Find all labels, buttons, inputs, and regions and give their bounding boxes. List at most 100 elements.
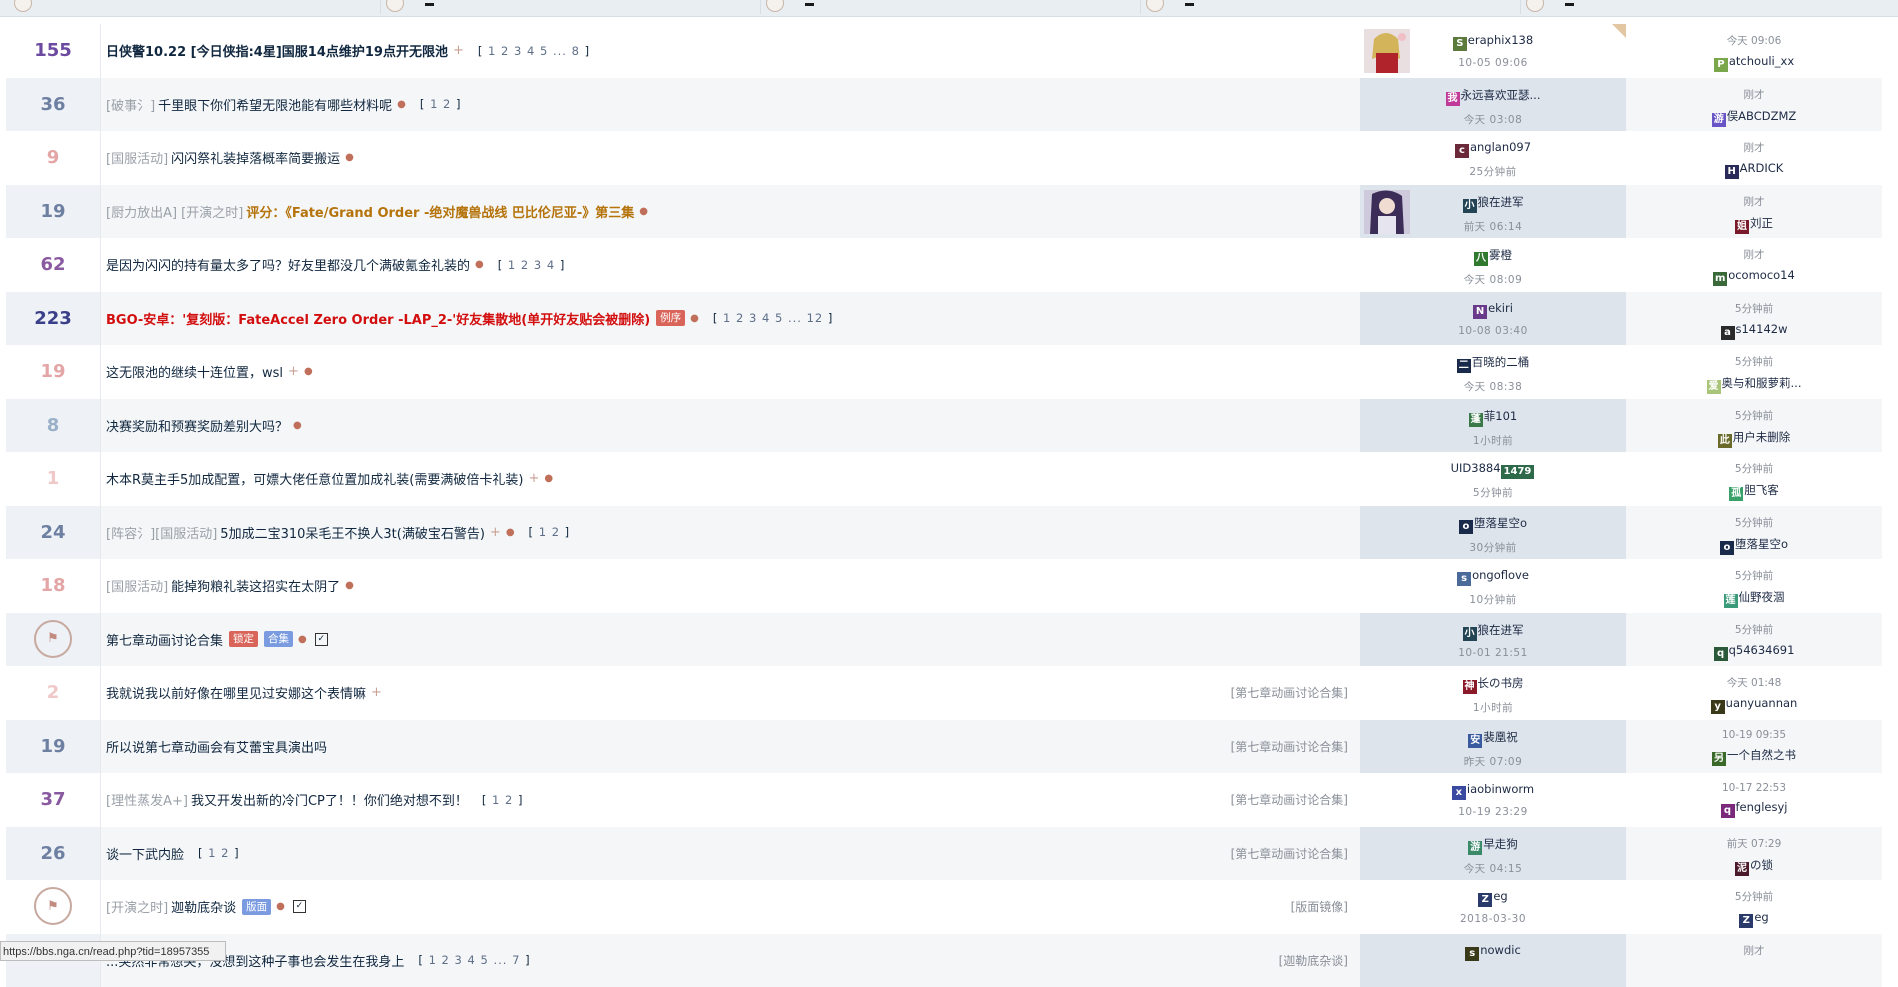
topic-prefix[interactable]: [厨力放出A] [开演之时] [106,202,243,221]
page-link[interactable]: 5 [775,311,783,325]
plus-icon[interactable]: + [453,43,464,58]
topic-title-link[interactable]: BGO-安卓：'复刻版：FateAccel Zero Order -LAP_2-… [106,309,650,328]
page-link[interactable]: 1 [430,97,438,111]
topic-source-link[interactable]: [第七章动画讨论合集] [1231,720,1348,774]
last-replier-link[interactable]: 莲仙野夜涸 [1626,589,1882,608]
page-link[interactable]: 3 [514,44,522,58]
page-link[interactable]: 2 [443,97,451,111]
last-replier-link[interactable]: 另一个自然之书 [1626,747,1882,766]
topic-prefix[interactable]: [理性蒸发A+] [106,790,188,809]
topic-title-link[interactable]: 迦勒底杂谈 [171,897,236,916]
topic-source-link[interactable]: [版面镜像] [1291,880,1348,934]
author-link[interactable]: 游早走狗 [1360,836,1626,855]
page-link[interactable]: 2 [736,311,744,325]
last-replier-link[interactable]: qfenglesyj [1626,800,1882,818]
topic-title-link[interactable]: 我就说我以前好像在哪里见过安娜这个表情嘛 [106,683,366,702]
topic-prefix[interactable]: [国服活动] [106,148,168,167]
page-link[interactable]: 5 [481,953,489,967]
last-replier-link[interactable]: as14142w [1626,322,1882,340]
thumbnail-image[interactable] [1364,29,1410,73]
topic-title-link[interactable]: 第七章动画讨论合集 [106,630,223,649]
topic-prefix[interactable]: [阵容氵][国服活动] [106,523,217,542]
page-link[interactable]: 1 [508,258,516,272]
topic-source-link[interactable]: [第七章动画讨论合集] [1231,773,1348,827]
last-replier-link[interactable]: Zeg [1626,910,1882,928]
checkbox-icon[interactable]: ✓ [315,633,328,646]
topic-title-link[interactable]: 我又开发出新的冷门CP了！！你们绝对想不到！ [191,790,468,809]
topic-title-link[interactable]: 日侠警10.22 [今日侠指:4星]国服14点维护19点开无限池 [106,41,448,60]
author-link[interactable]: Zeg [1360,889,1626,907]
author-link[interactable]: 蓬菲101 [1360,408,1626,427]
page-link[interactable]: 2 [221,846,229,860]
page-link[interactable]: 3 [749,311,757,325]
author-link[interactable]: UID38841479 [1360,461,1626,479]
plus-icon[interactable]: + [288,364,299,379]
page-link[interactable]: 1 [429,953,437,967]
last-replier-link[interactable]: 爱奥与和服萝莉... [1626,375,1882,394]
last-replier-link[interactable]: HARDICK [1626,161,1882,179]
page-link[interactable]: 2 [501,44,509,58]
page-link[interactable]: 2 [505,793,513,807]
topic-title-link[interactable]: 能掉狗粮礼装这招实在太阴了 [171,576,340,595]
page-link[interactable]: 1 [488,44,496,58]
topic-title-link[interactable]: 5加成二宝310呆毛王不换人3t(满破宝石警告) [220,523,485,542]
last-replier-link[interactable]: 泥の锁 [1626,857,1882,876]
page-link[interactable]: 12 [807,311,824,325]
topic-source-link[interactable]: [第七章动画讨论合集] [1231,666,1348,720]
page-link[interactable]: 1 [492,793,500,807]
last-replier-link[interactable]: 游俣ABCDZMZ [1626,108,1882,127]
page-link[interactable]: 3 [534,258,542,272]
last-replier-link[interactable]: 姐刘正 [1626,215,1882,234]
author-link[interactable]: songoflove [1360,568,1626,586]
thumbnail-image[interactable] [1364,190,1410,234]
topic-title-link[interactable]: 木本R莫主手5加成配置，可嫖大佬任意位置加成礼装(需要满破倍卡礼装) [106,469,523,488]
last-replier-link[interactable]: qq54634691 [1626,643,1882,661]
topic-title-link[interactable]: 这无限池的继续十连位置，wsl [106,362,283,381]
author-link[interactable]: 神长の书房 [1360,675,1626,694]
page-link[interactable]: 2 [442,953,450,967]
author-link[interactable]: Nekiri [1360,301,1626,319]
last-replier-link[interactable]: mocomoco14 [1626,268,1882,286]
page-link[interactable]: ... [493,953,507,967]
last-replier-link[interactable]: Patchouli_xx [1626,54,1882,72]
topic-prefix[interactable]: [国服活动] [106,576,168,595]
topic-title-link[interactable]: 千里眼下你们希望无限池能有哪些材料呢 [158,95,392,114]
author-link[interactable]: 二百晓的二桶 [1360,354,1626,373]
page-link[interactable]: 8 [572,44,580,58]
page-link[interactable]: ... [553,44,567,58]
topic-title-link[interactable]: 谈一下武内脸 [106,844,184,863]
page-link[interactable]: 3 [455,953,463,967]
author-link[interactable]: canglan097 [1360,140,1626,158]
author-link[interactable]: 我永远喜欢亚瑟... [1360,87,1626,106]
page-link[interactable]: 4 [547,258,555,272]
last-replier-link[interactable]: 孤胆飞客 [1626,482,1882,501]
plus-icon[interactable]: + [490,525,501,540]
topic-source-link[interactable]: [第七章动画讨论合集] [1231,827,1348,881]
page-link[interactable]: 5 [540,44,548,58]
checkbox-icon[interactable]: ✓ [293,900,306,913]
topic-source-link[interactable]: [迦勒底杂谈] [1279,934,1348,987]
author-link[interactable]: 安裴凰祝 [1360,729,1626,748]
topic-prefix[interactable]: [开演之时] [106,897,168,916]
page-link[interactable]: 2 [552,525,560,539]
topic-title-link[interactable]: 所以说第七章动画会有艾蕾宝具演出吗 [106,737,327,756]
page-link[interactable]: 4 [468,953,476,967]
page-link[interactable]: 1 [208,846,216,860]
page-link[interactable]: 7 [512,953,520,967]
topic-prefix[interactable]: [破事氵] [106,95,155,114]
last-replier-link[interactable]: 此用户未删除 [1626,429,1882,448]
topic-title-link[interactable]: 评分：《Fate/Grand Order -绝对魔兽战线 巴比伦尼亚-》第三集 [246,202,634,221]
page-link[interactable]: 4 [527,44,535,58]
page-link[interactable]: 1 [539,525,547,539]
last-replier-link[interactable]: yuanyuannan [1626,696,1882,714]
topic-title-link[interactable]: 决赛奖励和预赛奖励差别大吗？ [106,416,288,435]
topic-title-link[interactable]: 闪闪祭礼装掉落概率简要搬运 [171,148,340,167]
author-link[interactable]: o堕落星空o [1360,515,1626,534]
topic-title-link[interactable]: 是因为闪闪的持有量太多了吗？好友里都没几个满破氪金礼装的 [106,255,470,274]
page-link[interactable]: 4 [762,311,770,325]
author-link[interactable]: 八雾橙 [1360,247,1626,266]
page-link[interactable]: 2 [521,258,529,272]
author-link[interactable]: snowdic [1360,943,1626,961]
last-replier-link[interactable]: o堕落星空o [1626,536,1882,555]
plus-icon[interactable]: + [528,471,539,486]
